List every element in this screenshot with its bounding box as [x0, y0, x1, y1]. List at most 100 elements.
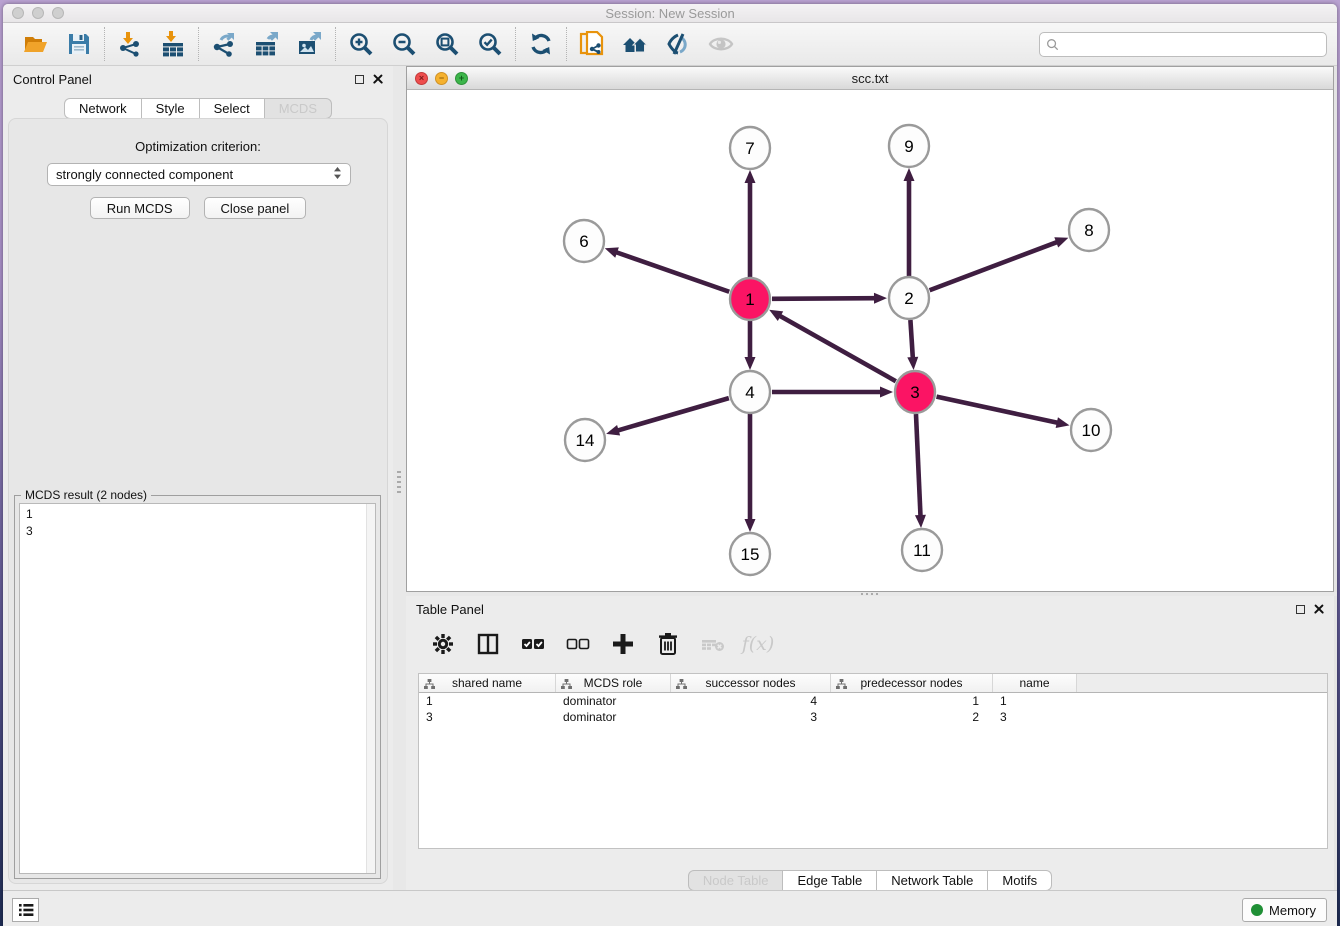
zoom-selected-icon[interactable] [475, 29, 505, 59]
float-panel-icon[interactable] [355, 75, 364, 84]
memory-button[interactable]: Memory [1242, 898, 1327, 922]
column-header-name[interactable]: name [993, 674, 1077, 692]
graph-edge-3-11[interactable] [915, 414, 926, 528]
export-table-icon[interactable] [252, 29, 282, 59]
graph-edge-1-7[interactable] [745, 170, 756, 277]
close-panel-icon[interactable] [373, 74, 383, 84]
graph-node-4[interactable]: 4 [730, 371, 770, 413]
gear-icon[interactable] [428, 629, 458, 659]
save-session-icon[interactable] [64, 29, 94, 59]
select-all-columns-icon[interactable] [518, 629, 548, 659]
column-header-predecessor-nodes[interactable]: predecessor nodes [831, 674, 993, 692]
task-history-button[interactable] [12, 898, 39, 922]
close-table-panel-icon[interactable] [1314, 604, 1324, 614]
table-cell[interactable]: 4 [671, 693, 831, 709]
refresh-icon[interactable] [526, 29, 556, 59]
mcds-result-text[interactable]: 13 [19, 503, 376, 874]
list-icon [18, 903, 34, 917]
run-mcds-button[interactable]: Run MCDS [90, 197, 190, 219]
graph-node-6[interactable]: 6 [564, 220, 604, 262]
control-panel-title: Control Panel [13, 72, 92, 87]
mcds-tab-content: Optimization criterion: strongly connect… [8, 118, 388, 884]
table-panel-title: Table Panel [416, 602, 484, 617]
column-type-icon [676, 678, 687, 692]
graph-node-1[interactable]: 1 [730, 278, 770, 320]
graph-edge-1-4[interactable] [745, 321, 756, 370]
zoom-in-icon[interactable] [346, 29, 376, 59]
table-cell[interactable]: 2 [831, 709, 993, 725]
table-cell[interactable]: 1 [831, 693, 993, 709]
graph-edge-3-10[interactable] [937, 397, 1070, 428]
mcds-result-title: MCDS result (2 nodes) [21, 488, 151, 502]
zoom-fit-icon[interactable] [432, 29, 462, 59]
criterion-dropdown[interactable]: strongly connected component [47, 163, 351, 186]
table-tab-node-table[interactable]: Node Table [688, 870, 784, 891]
result-scrollbar[interactable] [366, 504, 375, 873]
table-cell[interactable]: 3 [671, 709, 831, 725]
table-toolbar: f(x) [418, 624, 1322, 664]
column-header-shared-name[interactable]: shared name [419, 674, 556, 692]
table-cell[interactable]: 1 [993, 693, 1077, 709]
tab-select[interactable]: Select [200, 98, 265, 119]
graph-node-7[interactable]: 7 [730, 127, 770, 169]
table-row[interactable]: 3dominator323 [419, 709, 1327, 725]
column-header-successor-nodes[interactable]: successor nodes [671, 674, 831, 692]
graph-node-15[interactable]: 15 [730, 533, 770, 575]
svg-text:14: 14 [576, 431, 595, 450]
export-network-icon[interactable] [209, 29, 239, 59]
unselect-all-columns-icon[interactable] [563, 629, 593, 659]
network-window-titlebar[interactable]: × − + scc.txt [407, 67, 1333, 90]
import-network-icon[interactable] [115, 29, 145, 59]
graph-node-11[interactable]: 11 [902, 529, 942, 571]
table-cell[interactable]: 3 [993, 709, 1077, 725]
tab-mcds[interactable]: MCDS [265, 98, 332, 119]
graph-edge-4-14[interactable] [606, 398, 729, 435]
vertical-split-divider[interactable] [393, 66, 406, 890]
table-tab-network-table[interactable]: Network Table [877, 870, 988, 891]
graph-node-2[interactable]: 2 [889, 277, 929, 319]
graph-edge-1-6[interactable] [605, 247, 729, 291]
graph-edge-4-15[interactable] [745, 414, 756, 532]
graph-node-8[interactable]: 8 [1069, 209, 1109, 251]
table-tab-edge-table[interactable]: Edge Table [783, 870, 877, 891]
search-input[interactable] [1063, 38, 1320, 52]
chevron-up-down-icon [333, 166, 342, 183]
graph-edge-2-8[interactable] [930, 237, 1069, 290]
graph-node-10[interactable]: 10 [1071, 409, 1111, 451]
graph-edge-2-9[interactable] [904, 168, 915, 276]
column-header-MCDS-role[interactable]: MCDS role [556, 674, 671, 692]
search-field[interactable] [1039, 32, 1327, 57]
network-view-window: × − + scc.txt 7 9 6 8 1 2 4 3 14 10 15 11 [406, 66, 1334, 592]
graph-node-9[interactable]: 9 [889, 125, 929, 167]
graph-edge-1-2[interactable] [772, 293, 887, 304]
split-columns-icon[interactable] [473, 629, 503, 659]
graph-node-14[interactable]: 14 [565, 419, 605, 461]
table-cell[interactable]: dominator [556, 693, 671, 709]
add-column-icon[interactable] [608, 629, 638, 659]
float-table-panel-icon[interactable] [1296, 605, 1305, 614]
table-row[interactable]: 1dominator411 [419, 693, 1327, 709]
delete-column-icon[interactable] [653, 629, 683, 659]
column-type-icon [424, 678, 435, 692]
show-style-icon[interactable] [663, 29, 693, 59]
table-tab-motifs[interactable]: Motifs [988, 870, 1052, 891]
table-cell[interactable]: 1 [419, 693, 556, 709]
export-image-icon[interactable] [295, 29, 325, 59]
graph-edge-4-3[interactable] [772, 387, 893, 398]
graph-node-3[interactable]: 3 [895, 371, 935, 413]
open-session-icon[interactable] [21, 29, 51, 59]
first-neighbors-icon[interactable] [620, 29, 650, 59]
network-canvas[interactable]: 7 9 6 8 1 2 4 3 14 10 15 11 [407, 91, 1333, 591]
import-table-icon[interactable] [158, 29, 188, 59]
close-panel-button[interactable]: Close panel [204, 197, 307, 219]
tab-style[interactable]: Style [142, 98, 200, 119]
table-cell[interactable]: dominator [556, 709, 671, 725]
criterion-value: strongly connected component [56, 167, 233, 182]
new-network-from-selection-icon[interactable] [577, 29, 607, 59]
table-cell[interactable]: 3 [419, 709, 556, 725]
zoom-out-icon[interactable] [389, 29, 419, 59]
graph-edge-2-3[interactable] [907, 320, 918, 370]
graph-edge-3-1[interactable] [769, 310, 896, 381]
tab-network[interactable]: Network [64, 98, 142, 119]
main-toolbar [3, 23, 1337, 66]
